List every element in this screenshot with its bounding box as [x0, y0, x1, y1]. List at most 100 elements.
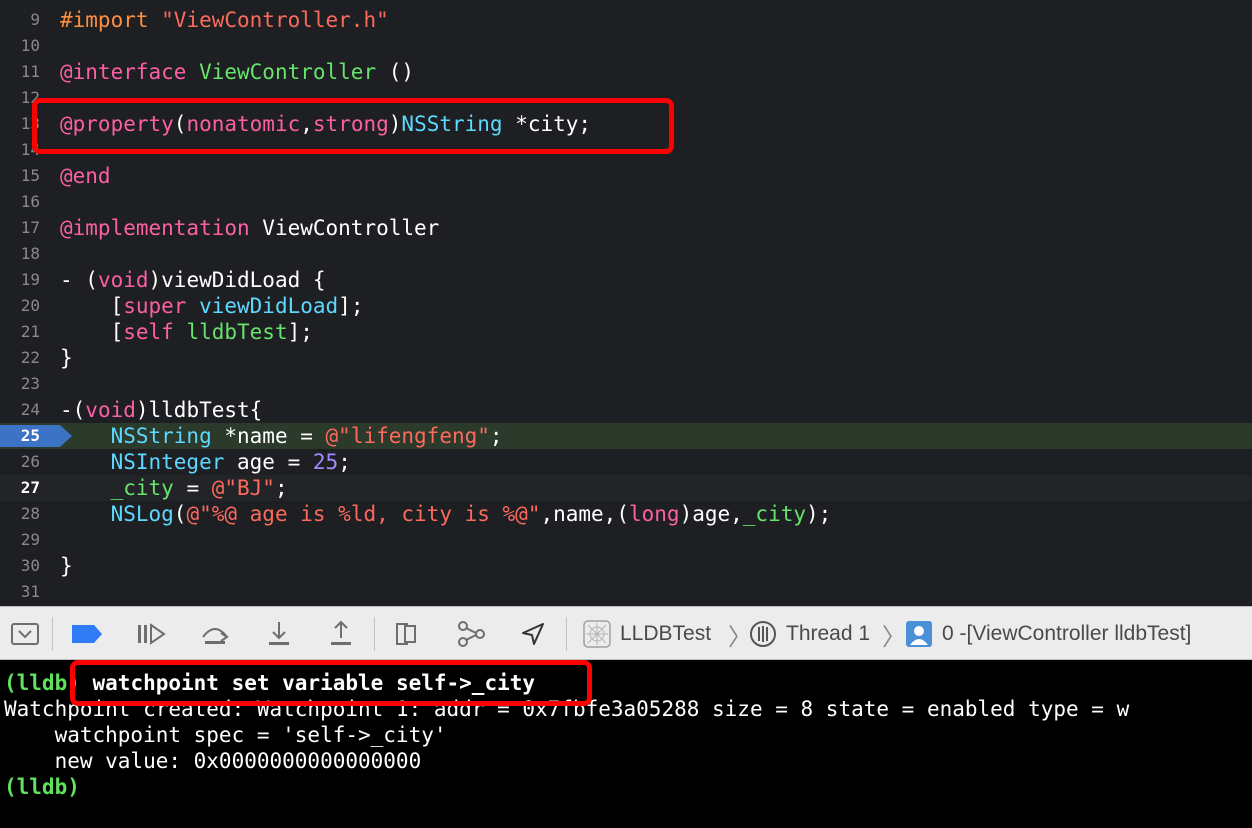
continue-icon[interactable]: [134, 619, 168, 649]
code-token: lldbTest: [186, 320, 288, 344]
line-number[interactable]: 28: [0, 501, 40, 527]
step-into-icon[interactable]: [262, 619, 296, 649]
code-line[interactable]: 28 NSLog(@"%@ age is %ld, city is %@",na…: [0, 501, 1252, 527]
console-output-line: watchpoint spec = 'self->_city': [4, 723, 447, 747]
code-token: [: [60, 320, 124, 344]
code-token: @"lifengfeng": [325, 424, 490, 448]
line-number[interactable]: 14: [0, 137, 40, 163]
crumb-target[interactable]: LLDBTest: [620, 619, 711, 649]
code-line[interactable]: 11 @interface ViewController (): [0, 59, 1252, 85]
code-text: -(void)lldbTest{: [60, 397, 262, 423]
code-line[interactable]: 23: [0, 371, 1252, 397]
code-token: ): [388, 112, 402, 136]
code-text: @interface ViewController (): [60, 59, 414, 85]
line-number[interactable]: 25: [0, 423, 40, 449]
code-line[interactable]: 16: [0, 189, 1252, 215]
code-token: 25: [312, 450, 339, 474]
code-line[interactable]: 22}: [0, 345, 1252, 371]
code-line[interactable]: 10: [0, 33, 1252, 59]
separator: [566, 617, 567, 651]
code-line[interactable]: 14: [0, 137, 1252, 163]
code-line[interactable]: 26 NSInteger age = 25;: [0, 449, 1252, 475]
code-line[interactable]: 29: [0, 527, 1252, 553]
code-line[interactable]: 12: [0, 85, 1252, 111]
step-over-icon[interactable]: [198, 619, 232, 649]
line-number[interactable]: 19: [0, 267, 40, 293]
line-number[interactable]: 12: [0, 85, 40, 111]
code-token: long: [628, 502, 680, 526]
code-token: -(: [60, 398, 86, 422]
line-number[interactable]: 27: [0, 475, 40, 501]
line-number[interactable]: 11: [0, 59, 40, 85]
line-number[interactable]: 29: [0, 527, 40, 553]
code-token: nonatomic: [186, 112, 301, 136]
instruction-pointer-icon[interactable]: 25: [0, 423, 72, 449]
line-number[interactable]: 9: [0, 7, 40, 33]
hide-console-icon[interactable]: [8, 619, 42, 649]
line-number[interactable]: 18: [0, 241, 40, 267]
line-number[interactable]: 24: [0, 397, 40, 423]
code-text: [self lldbTest];: [60, 319, 313, 345]
breakpoints-toggle-icon[interactable]: [70, 619, 104, 649]
code-token: NSInteger: [110, 450, 225, 474]
console-output-line: Watchpoint created: Watchpoint 1: addr =…: [4, 697, 1130, 721]
code-line[interactable]: 19 - (void)viewDidLoad {: [0, 267, 1252, 293]
view-debugger-icon[interactable]: [390, 619, 424, 649]
code-line[interactable]: 17 @implementation ViewController: [0, 215, 1252, 241]
code-token: )viewDidLoad {: [148, 268, 326, 292]
crumb-thread[interactable]: Thread 1: [786, 619, 870, 649]
code-token: ];: [287, 320, 313, 344]
line-number[interactable]: 31: [0, 579, 40, 605]
code-token: @"BJ": [211, 476, 275, 500]
code-line[interactable]: 30}: [0, 553, 1252, 579]
code-token: super: [123, 294, 187, 318]
line-number[interactable]: 20: [0, 293, 40, 319]
code-token: *name =: [211, 424, 326, 448]
code-line[interactable]: 20 [super viewDidLoad];: [0, 293, 1252, 319]
line-number[interactable]: 16: [0, 189, 40, 215]
code-text: #import "ViewController.h": [60, 7, 389, 33]
crumb-frame[interactable]: 0 -[ViewController lldbTest]: [942, 619, 1191, 649]
code-text: @end: [60, 163, 111, 189]
code-token: void: [85, 398, 136, 422]
code-token: @property: [60, 112, 174, 136]
line-number[interactable]: 30: [0, 553, 40, 579]
lldb-prompt[interactable]: (lldb): [4, 774, 80, 800]
code-line[interactable]: 18: [0, 241, 1252, 267]
code-line[interactable]: 9 #import "ViewController.h": [0, 7, 1252, 33]
code-token: age =: [224, 450, 313, 474]
step-out-icon[interactable]: [324, 619, 358, 649]
source-editor[interactable]: 9 #import "ViewController.h" 10 11 @interfac…: [0, 0, 1252, 606]
debug-console[interactable]: (lldb) watchpoint set variable self->_ci…: [0, 660, 1252, 828]
line-number[interactable]: 13: [0, 111, 40, 137]
code-line[interactable]: 21 [self lldbTest];: [0, 319, 1252, 345]
code-text: _city = @"BJ";: [60, 475, 288, 501]
code-token: ,name,(: [540, 502, 629, 526]
code-token: ViewController: [199, 60, 377, 84]
line-number[interactable]: 21: [0, 319, 40, 345]
code-token: *city;: [502, 112, 592, 136]
code-token: @end: [60, 164, 111, 188]
code-line[interactable]: 15 @end: [0, 163, 1252, 189]
memory-graph-icon[interactable]: [454, 619, 488, 649]
code-line[interactable]: 24 -(void)lldbTest{: [0, 397, 1252, 423]
location-icon[interactable]: [516, 619, 550, 649]
code-line[interactable]: 31: [0, 579, 1252, 605]
line-number[interactable]: 23: [0, 371, 40, 397]
code-line[interactable]: 13 @property(nonatomic,strong)NSString *c…: [0, 111, 1252, 137]
code-line[interactable]: 25 NSString *name = @"lifengfeng";: [0, 423, 1252, 449]
line-number[interactable]: 26: [0, 449, 40, 475]
code-text: NSInteger age = 25;: [60, 449, 351, 475]
code-line[interactable]: 27 _city = @"BJ";: [0, 475, 1252, 501]
line-number[interactable]: 10: [0, 33, 40, 59]
code-token: (): [376, 60, 415, 84]
code-token: ;: [489, 424, 503, 448]
line-number[interactable]: 22: [0, 345, 40, 371]
line-number[interactable]: 17: [0, 215, 40, 241]
line-number[interactable]: 15: [0, 163, 40, 189]
code-token: ];: [338, 294, 364, 318]
code-token: @"%@ age is %ld, city is %@": [186, 502, 541, 526]
